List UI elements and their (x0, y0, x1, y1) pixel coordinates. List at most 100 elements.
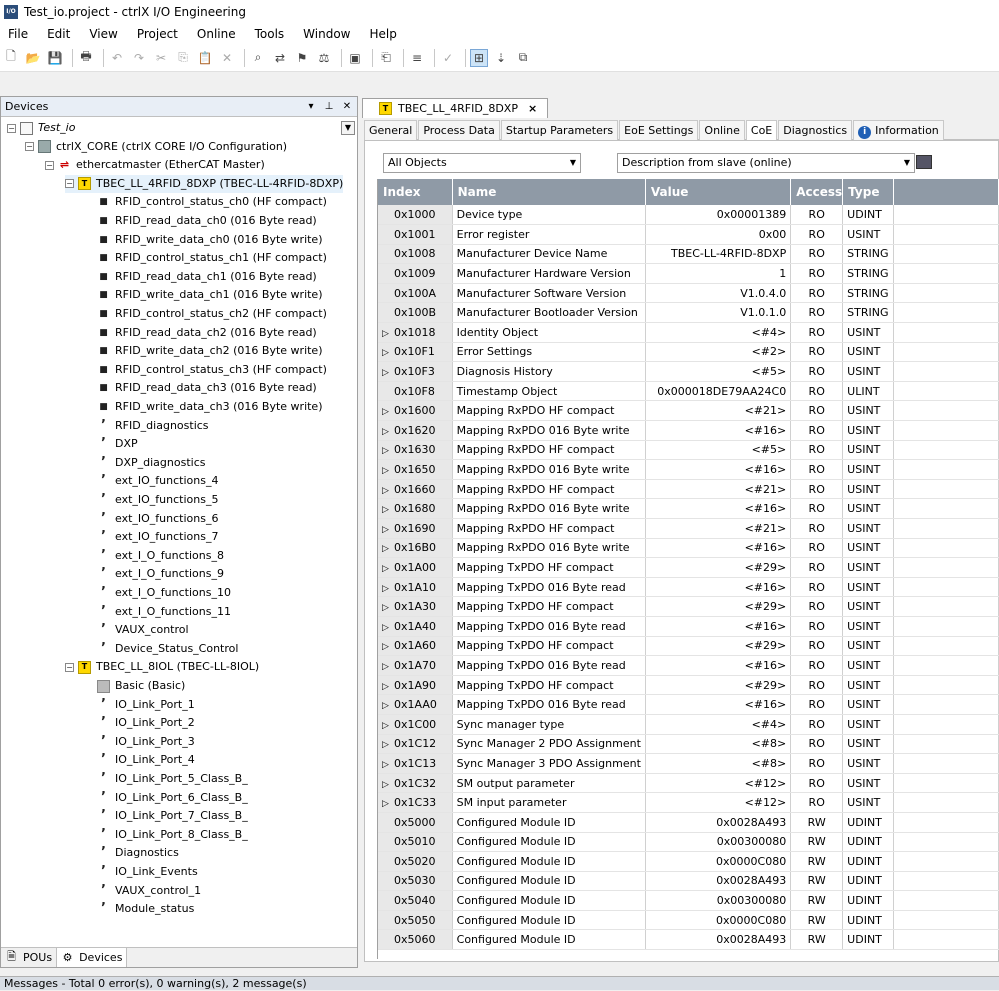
menu-view[interactable]: View (89, 27, 117, 41)
expand-arrow-icon[interactable]: ▷ (382, 682, 394, 692)
scan-network-icon[interactable]: ⊞ (470, 48, 488, 67)
column-header-name[interactable]: Name (452, 179, 646, 205)
tab-general[interactable]: General (364, 120, 418, 140)
tree-item[interactable]: ’ IO_Link_Port_5_Class_B_ (97, 770, 248, 788)
tree-item[interactable]: − T TBEC_LL_8IOL (TBEC-LL-8IOL) (65, 658, 259, 676)
table-row[interactable]: ▷ 0x1A30 Mapping TxPDO HF compact <#29> RO US… (378, 596, 999, 617)
tab-diagnostics[interactable]: Diagnostics (778, 120, 853, 140)
tree-item[interactable]: ■ RFID_control_status_ch3 (HF compact) (97, 361, 327, 379)
config-icon[interactable]: ⧉ (514, 49, 532, 67)
table-row[interactable]: ▷ 0x1680 Mapping RxPDO 016 Byte write <#16>… (378, 498, 999, 519)
check-icon[interactable]: ✓ (439, 49, 457, 67)
tree-item[interactable]: − T TBEC_LL_4RFID_8DXP (TBEC-LL-4RFID-8DXP… (65, 174, 344, 193)
tree-item[interactable]: ’ IO_Link_Port_2 (97, 714, 195, 732)
table-row[interactable]: ▷ 0x10F1 Error Settings <#2> RO USINT (378, 342, 999, 363)
tree-item[interactable]: ■ RFID_read_data_ch2 (016 Byte read) (97, 324, 317, 342)
tree-dropdown-icon[interactable]: ▼ (341, 121, 355, 135)
tree-item[interactable]: ■ RFID_write_data_ch0 (016 Byte write) (97, 231, 322, 249)
tree-item[interactable]: Basic (Basic) (97, 677, 185, 695)
tree-item[interactable]: ■ RFID_write_data_ch2 (016 Byte write) (97, 342, 322, 360)
table-row[interactable]: ▷ 0x1A10 Mapping TxPDO 016 Byte read <#16> R… (378, 577, 999, 598)
tab-startup-parameters[interactable]: Startup Parameters (500, 120, 619, 140)
table-row[interactable]: 0x5030 Configured Module ID 0x0028A493 RW UD… (378, 871, 999, 892)
paste-icon[interactable]: 📋 (196, 49, 214, 67)
table-row[interactable]: ▷ 0x1600 Mapping RxPDO HF compact <#21> RO US… (378, 400, 999, 422)
document-tab[interactable]: T TBEC_LL_4RFID_8DXP × (362, 98, 548, 118)
table-row[interactable]: ▷ 0x1A00 Mapping TxPDO HF compact <#29> RO US… (378, 557, 999, 578)
collapse-icon[interactable]: − (7, 123, 16, 133)
table-row[interactable]: ▷ 0x1690 Mapping RxPDO HF compact <#21> RO US… (378, 518, 999, 539)
expand-arrow-icon[interactable]: ▷ (382, 368, 394, 378)
expand-arrow-icon[interactable]: ▷ (382, 446, 394, 456)
close-tab-icon[interactable]: × (528, 102, 537, 115)
tree-item[interactable]: ’ Module_status (97, 900, 194, 918)
replace-icon[interactable]: ⇄ (271, 49, 289, 67)
export-icon[interactable] (916, 155, 932, 169)
tree-item[interactable]: ’ ext_IO_functions_4 (97, 472, 218, 490)
collapse-icon[interactable]: − (25, 142, 34, 152)
device-list-icon[interactable]: ≡ (408, 49, 426, 67)
table-row[interactable]: 0x5020 Configured Module ID 0x0000C080 RW UD… (378, 851, 999, 872)
menu-edit[interactable]: Edit (47, 27, 70, 41)
close-icon[interactable]: ✕ (339, 101, 355, 112)
tree-item[interactable]: ’ ext_IO_functions_5 (97, 491, 218, 509)
window-icon[interactable]: ▣ (346, 49, 364, 67)
column-header-access[interactable]: Access (790, 179, 844, 205)
tab-process-data[interactable]: Process Data (418, 120, 500, 140)
table-row[interactable]: ▷ 0x1C00 Sync manager type <#4> RO USINT (378, 714, 999, 735)
pin-icon[interactable]: ⊥ (321, 101, 337, 112)
table-row[interactable]: ▷ 0x10F3 Diagnosis History <#5> RO USINT (378, 361, 999, 382)
tab-information[interactable]: i Information (853, 120, 944, 140)
tree-item[interactable]: − Test_io (7, 119, 75, 137)
tree-item[interactable]: ’ IO_Link_Port_8_Class_B_ (97, 826, 248, 844)
tree-item[interactable]: ■ RFID_read_data_ch3 (016 Byte read) (97, 379, 317, 397)
tree-item[interactable]: ’ Diagnostics (97, 844, 179, 862)
tree-item[interactable]: − ctrlX_CORE (ctrlX CORE I/O Configuratio… (25, 138, 287, 156)
table-row[interactable]: ▷ 0x1C33 SM input parameter <#12> RO USINT (378, 792, 999, 813)
bookmark-icon[interactable]: ⚑ (293, 49, 311, 67)
tree-item[interactable]: ’ IO_Link_Events (97, 863, 198, 881)
expand-arrow-icon[interactable]: ▷ (382, 721, 394, 731)
tree-item[interactable]: ’ ext_I_O_functions_10 (97, 584, 231, 602)
column-header-index[interactable]: Index (378, 179, 453, 205)
menu-online[interactable]: Online (197, 27, 236, 41)
expand-arrow-icon[interactable]: ▷ (382, 603, 394, 613)
tab-pous[interactable]: 🗎 POUs (1, 948, 58, 967)
collapse-icon[interactable]: − (65, 662, 74, 672)
expand-arrow-icon[interactable]: ▷ (382, 623, 394, 633)
open-folder-icon[interactable]: 📂 (24, 49, 42, 67)
table-row[interactable]: ▷ 0x1A40 Mapping TxPDO 016 Byte read <#16> R… (378, 616, 999, 637)
tab-devices[interactable]: ⚙ Devices (57, 948, 128, 967)
expand-arrow-icon[interactable]: ▷ (382, 505, 394, 515)
expand-arrow-icon[interactable]: ▷ (382, 427, 394, 437)
expand-arrow-icon[interactable]: ▷ (382, 780, 394, 790)
expand-arrow-icon[interactable]: ▷ (382, 662, 394, 672)
table-row[interactable]: 0x100A Manufacturer Software Version V1.0.… (378, 283, 999, 304)
copy-icon[interactable]: ⎘ (174, 49, 192, 67)
table-row[interactable]: 0x5050 Configured Module ID 0x0000C080 RW UD… (378, 910, 999, 931)
tree-item[interactable]: ’ ext_IO_functions_7 (97, 528, 218, 546)
table-row[interactable]: 0x5040 Configured Module ID 0x00300080 RW UD… (378, 890, 999, 911)
table-row[interactable]: 0x1000 Device type 0x00001389 RO UDINT (378, 205, 999, 226)
expand-arrow-icon[interactable]: ▷ (382, 701, 394, 711)
tree-item[interactable]: ’ Device_Status_Control (97, 640, 238, 658)
download-icon[interactable]: ⇣ (492, 49, 510, 67)
tab-eoe-settings[interactable]: EoE Settings (619, 120, 699, 140)
column-header-value[interactable]: Value (645, 179, 792, 205)
tree-item[interactable]: ■ RFID_read_data_ch0 (016 Byte read) (97, 212, 317, 230)
expand-arrow-icon[interactable]: ▷ (382, 740, 394, 750)
table-row[interactable]: 0x10F8 Timestamp Object 0x000018DE79AA24C0… (378, 381, 999, 402)
tab-online[interactable]: Online (699, 120, 745, 140)
menu-tools[interactable]: Tools (255, 27, 285, 41)
table-row[interactable]: ▷ 0x1A70 Mapping TxPDO 016 Byte read <#16> R… (378, 655, 999, 676)
table-row[interactable]: ▷ 0x1630 Mapping RxPDO HF compact <#5> RO USI… (378, 440, 999, 461)
redo-icon[interactable]: ↷ (130, 49, 148, 67)
expand-arrow-icon[interactable]: ▷ (382, 348, 394, 358)
expand-arrow-icon[interactable]: ▷ (382, 486, 394, 496)
menu-help[interactable]: Help (370, 27, 397, 41)
tree-item[interactable]: − ⇌ ethercatmaster (EtherCAT Master) (45, 156, 265, 174)
delete-icon[interactable]: ✕ (218, 49, 236, 67)
tree-item[interactable]: ’ VAUX_control (97, 621, 189, 639)
menu-file[interactable]: File (8, 27, 28, 41)
expand-arrow-icon[interactable]: ▷ (382, 760, 394, 770)
